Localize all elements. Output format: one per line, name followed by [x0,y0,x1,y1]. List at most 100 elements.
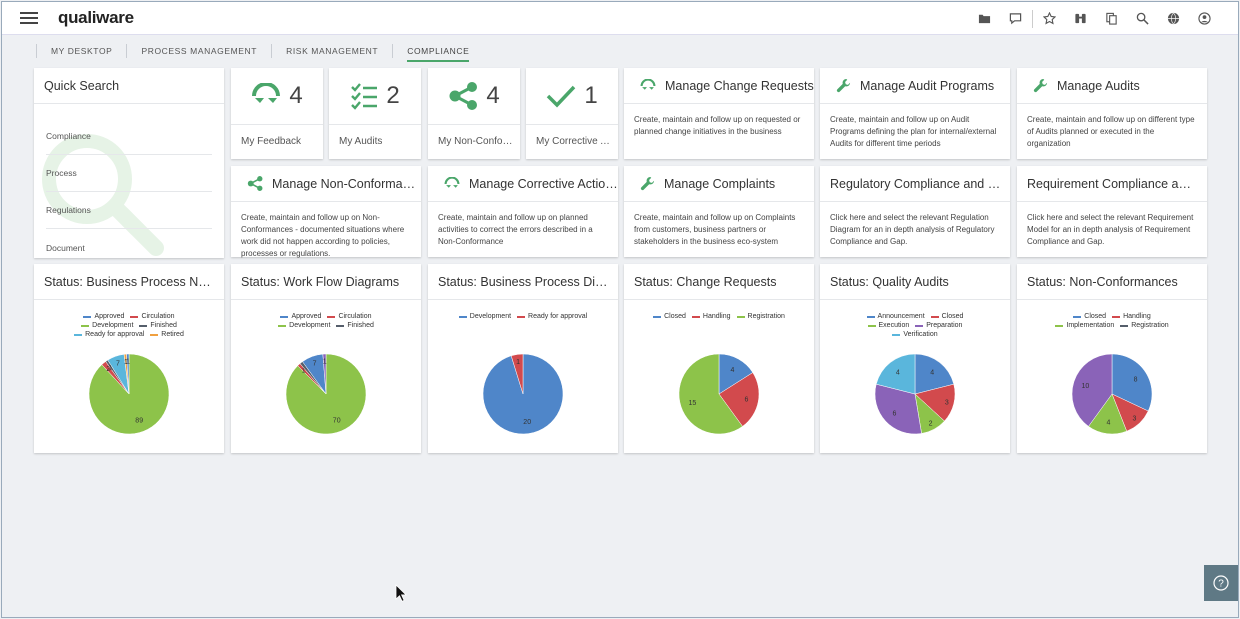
binoculars-icon[interactable] [1065,2,1096,35]
help-button[interactable]: ? [1204,565,1238,601]
star-icon[interactable] [1034,2,1065,35]
legend-swatch [1073,315,1082,318]
globe-icon[interactable] [1158,2,1189,35]
legend-item[interactable]: Development [278,321,330,330]
legend-swatch [930,315,939,318]
legend-item[interactable]: Implementation [1055,321,1114,330]
card-description: Create, maintain and follow up on Compla… [634,213,796,246]
search-icon[interactable] [1127,2,1158,35]
legend-label: Implementation [1066,322,1115,329]
chart-legend: Development Ready for approval [428,312,618,321]
quick-search-item-process[interactable]: Process [46,155,212,192]
legend-label: Ready for approval [85,331,145,338]
legend-item[interactable]: Preparation [915,321,962,330]
legend-label: Development [469,313,512,320]
hamburger-menu-icon[interactable] [20,9,38,27]
chart-card-non-conformances[interactable]: Status: Non-Conformances Closed Handling I… [1017,264,1207,453]
legend-swatch [1112,315,1121,318]
pie-slice-label: 4 [930,369,934,376]
pie-chart: 4 6 15 [678,353,760,435]
legend-item[interactable]: Closed [653,312,686,321]
folder-icon[interactable] [969,2,1000,35]
tab-compliance[interactable]: COMPLIANCE [392,44,483,62]
quick-search-item-regulations[interactable]: Regulations [46,192,212,229]
legend-swatch [892,333,901,336]
card-manage-audit-programs[interactable]: Manage Audit Programs Create, maintain a… [820,68,1010,159]
pie-slice-label: 10 [1082,383,1090,390]
counter-my-non-conformances[interactable]: 4 My Non-Conformances [428,68,520,159]
legend-item[interactable]: Circulation [130,312,175,321]
chart-card-change-requests[interactable]: Status: Change Requests Closed Handling Re… [624,264,814,453]
legend-swatch [278,324,287,327]
chart-card-business-process-diagrams[interactable]: Status: Business Process Diagrams Develo… [428,264,618,453]
legend-item[interactable]: Execution [867,321,909,330]
comment-icon[interactable] [1000,2,1031,35]
tab-process-management[interactable]: PROCESS MANAGEMENT [126,44,271,58]
card-manage-complaints[interactable]: Manage Complaints Create, maintain and f… [624,166,814,257]
legend-label: Registration [747,313,785,320]
legend-item[interactable]: Finished [139,321,177,330]
legend-item[interactable]: Registration [1120,321,1169,330]
quick-search-item-compliance[interactable]: Compliance [46,118,212,155]
card-description: Click here and select the relevant Requi… [1027,213,1194,246]
counter-my-audits[interactable]: 2 My Audits [329,68,421,159]
legend-item[interactable]: Retired [150,330,184,339]
legend-swatch [736,315,745,318]
legend-item[interactable]: Handling [691,312,731,321]
chart-card-work-flow-diagrams[interactable]: Status: Work Flow Diagrams Approved Circu… [231,264,421,453]
legend-swatch [691,315,700,318]
card-manage-audits[interactable]: Manage Audits Create, maintain and follo… [1017,68,1207,159]
legend-item[interactable]: Development [81,321,133,330]
counter-label: My Corrective Actions [536,136,611,147]
chart-legend: Approved Circulation Development Finished [231,312,421,330]
chart-legend: Closed Handling Implementation Registration [1017,312,1207,330]
toolbar-divider [1032,9,1033,28]
check-icon [547,85,576,108]
chart-card-quality-audits[interactable]: Status: Quality Audits Announcement Close… [820,264,1010,453]
legend-label: Handling [702,313,731,320]
legend-swatch [1055,324,1064,327]
pie-chart: 4 3 2 6 4 [874,353,956,435]
legend-item[interactable]: Closed [1073,312,1106,321]
user-avatar-icon[interactable] [1189,2,1220,35]
legend-item[interactable]: Closed [930,312,963,321]
card-manage-non-conformances[interactable]: Manage Non-Conformances Create, maintain… [231,166,421,258]
legend-item[interactable]: Development [458,312,512,321]
card-manage-change-requests[interactable]: Manage Change Requests Create, maintain … [624,68,814,159]
pie-slice-label: 1 [323,359,327,366]
legend-label: Circulation [338,313,372,320]
counter-label: My Audits [339,136,383,147]
toolbar-icons [969,2,1220,35]
legend-label: Closed [1084,313,1107,320]
tab-risk-management[interactable]: RISK MANAGEMENT [271,44,392,58]
counter-my-feedback[interactable]: 4 My Feedback [231,68,323,159]
legend-item[interactable]: Approved [83,312,124,321]
pie-slice-label: 1 [516,359,520,366]
legend-label: Announcement [877,313,925,320]
legend-swatch [915,324,924,327]
legend-item[interactable]: Ready for approval [517,312,587,321]
legend-item[interactable]: Approved [280,312,321,321]
quick-search-item-document[interactable]: Document [46,229,212,258]
legend-item[interactable]: Finished [336,321,374,330]
counter-my-corrective-actions[interactable]: 1 My Corrective Actions [526,68,618,159]
chart-title: Status: Change Requests [634,274,777,289]
legend-item[interactable]: Verification [892,330,938,339]
pie-slice-label: 89 [135,418,143,425]
legend-item[interactable]: Ready for approval [74,330,144,339]
counter-label: My Non-Conformances [438,136,513,147]
legend-item[interactable]: Registration [736,312,785,321]
card-description: Create, maintain and follow up on differ… [1027,115,1195,148]
copy-icon[interactable] [1096,2,1127,35]
legend-item[interactable]: Circulation [327,312,372,321]
counter-value: 4 [289,82,303,109]
chart-title: Status: Non-Conformances [1027,274,1178,289]
card-requirement-compliance-gap[interactable]: Requirement Compliance and Gap Click her… [1017,166,1207,257]
chart-card-business-process-network[interactable]: Status: Business Process Network Approve… [34,264,224,453]
legend-item[interactable]: Handling [1112,312,1151,321]
counter-value: 2 [386,82,400,109]
tab-my-desktop[interactable]: MY DESKTOP [36,44,126,58]
card-regulatory-compliance-gap[interactable]: Regulatory Compliance and Gap Click here… [820,166,1010,257]
card-manage-corrective-actions[interactable]: Manage Corrective Actions Create, mainta… [428,166,618,257]
legend-item[interactable]: Announcement [866,312,925,321]
